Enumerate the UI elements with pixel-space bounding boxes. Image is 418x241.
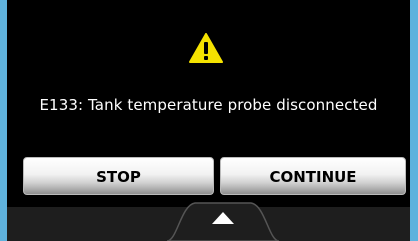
stop-button[interactable]: STOP [23, 157, 214, 195]
continue-button[interactable]: CONTINUE [220, 157, 406, 195]
error-message: E133: Tank temperature probe disconnecte… [39, 96, 378, 114]
warning-icon [189, 33, 223, 63]
alert-screen: E133: Tank temperature probe disconnecte… [7, 0, 410, 241]
drawer-toggle-tab[interactable] [167, 193, 279, 241]
device-frame: E133: Tank temperature probe disconnecte… [0, 0, 418, 241]
